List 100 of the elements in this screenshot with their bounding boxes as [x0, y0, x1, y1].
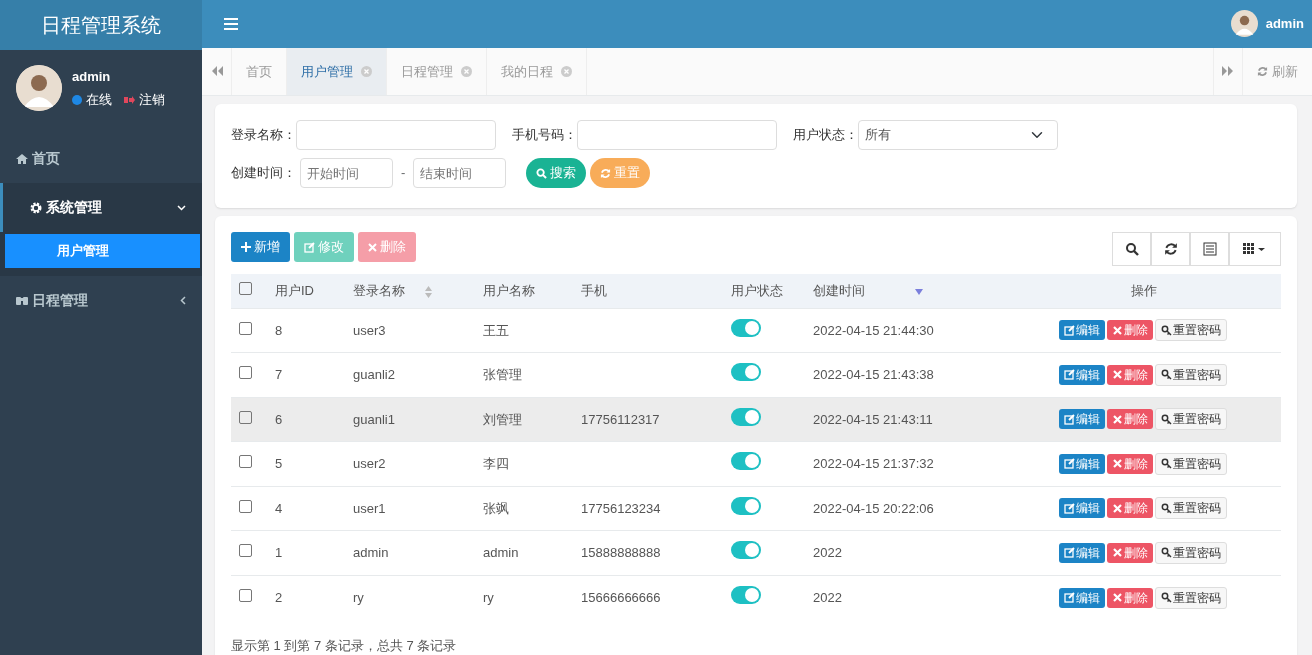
edit-row-button[interactable]: 编辑: [1058, 320, 1105, 341]
row-checkbox[interactable]: [239, 588, 252, 602]
logout-link[interactable]: 注销: [139, 90, 165, 110]
row-checkbox[interactable]: [239, 544, 252, 557]
edit-row-button[interactable]: 编辑: [1058, 364, 1105, 385]
status-select[interactable]: 所有: [858, 120, 1058, 150]
table-cell: 2022-04-15 21:37:32: [813, 456, 934, 471]
add-button[interactable]: 新增: [231, 232, 290, 262]
status-toggle[interactable]: [731, 585, 761, 604]
key-icon: [1160, 547, 1172, 559]
row-checkbox[interactable]: [239, 410, 252, 424]
table-cell: user2: [353, 456, 386, 471]
edit-row-button[interactable]: 编辑: [1058, 453, 1105, 474]
online-status-icon: [72, 94, 82, 105]
status-toggle[interactable]: [731, 541, 761, 559]
edit-row-button[interactable]: 编辑: [1058, 587, 1105, 608]
edit-icon: [1063, 547, 1075, 559]
refresh-tab-button[interactable]: 刷新: [1243, 48, 1312, 95]
delete-row-button[interactable]: 删除: [1106, 453, 1153, 474]
menu-icon[interactable]: [224, 18, 238, 30]
close-icon: [1111, 547, 1123, 559]
reset-password-button[interactable]: 重置密码: [1154, 319, 1227, 342]
reset-password-button[interactable]: 重置密码: [1154, 541, 1227, 564]
column-header[interactable]: 操作: [1130, 283, 1157, 298]
delete-row-button[interactable]: 删除: [1106, 409, 1153, 430]
header-user-name[interactable]: admin: [1265, 14, 1304, 34]
close-icon[interactable]: [561, 66, 572, 77]
column-header[interactable]: 手机: [581, 283, 607, 298]
tab[interactable]: 日程管理: [387, 48, 487, 95]
reset-password-button[interactable]: 重置密码: [1154, 586, 1227, 609]
search-button[interactable]: 搜索: [526, 158, 587, 188]
login-name-input[interactable]: [296, 120, 496, 150]
binoculars-icon: [16, 294, 28, 306]
table-cell: 5: [275, 456, 283, 471]
refresh-button[interactable]: [1151, 232, 1190, 266]
column-header[interactable]: 登录名称: [353, 283, 405, 298]
view-toggle-button[interactable]: [1190, 232, 1229, 266]
row-checkbox[interactable]: [239, 321, 252, 335]
edit-icon: [1063, 592, 1075, 603]
reset-password-button[interactable]: 重置密码: [1154, 408, 1227, 431]
column-header[interactable]: 创建时间: [813, 283, 865, 298]
tab[interactable]: 用户管理: [287, 48, 387, 95]
avatar: [16, 65, 62, 111]
edit-icon: [1063, 458, 1075, 470]
avatar[interactable]: [1230, 10, 1258, 38]
status-toggle[interactable]: [731, 363, 761, 381]
end-time-input[interactable]: 结束时间: [413, 158, 507, 188]
submenu-item[interactable]: 用户管理: [5, 234, 200, 268]
reset-password-button[interactable]: 重置密码: [1154, 497, 1227, 520]
edit-row-button[interactable]: 编辑: [1058, 542, 1105, 563]
scroll-left-icon[interactable]: [210, 66, 223, 77]
table-cell: 张管理: [483, 367, 522, 382]
status-toggle[interactable]: [731, 407, 761, 426]
delete-row-button[interactable]: 删除: [1106, 498, 1153, 519]
sidebar-item[interactable]: 首页: [0, 134, 202, 183]
table-cell: 17756112317: [581, 411, 660, 427]
status-toggle[interactable]: [731, 318, 761, 337]
edit-row-button[interactable]: 编辑: [1058, 409, 1105, 430]
close-icon[interactable]: [461, 66, 472, 77]
table-cell: 17756123234: [581, 500, 661, 516]
delete-row-button[interactable]: 删除: [1106, 364, 1153, 385]
status-toggle[interactable]: [731, 452, 761, 470]
search-icon: [536, 167, 548, 179]
delete-row-button[interactable]: 删除: [1106, 542, 1153, 563]
table-cell: 2022: [813, 589, 842, 605]
sort-desc-icon[interactable]: [915, 288, 923, 295]
list-icon: [1202, 242, 1217, 256]
search-toggle-button[interactable]: [1112, 232, 1151, 266]
table-cell: ry: [353, 589, 364, 605]
table-cell: 2022: [813, 545, 842, 560]
delete-row-button[interactable]: 删除: [1106, 587, 1153, 608]
tab[interactable]: 我的日程: [487, 48, 587, 95]
sidebar-item[interactable]: 日程管理: [0, 275, 202, 325]
scroll-right-icon[interactable]: [1222, 66, 1234, 77]
field-label: 创建时间：: [231, 164, 296, 183]
row-checkbox[interactable]: [239, 499, 252, 513]
sort-icon[interactable]: [425, 285, 432, 298]
table-cell: 15888888888: [581, 545, 661, 560]
chevron-left-icon: [180, 295, 186, 305]
status-toggle[interactable]: [731, 496, 761, 515]
columns-dropdown-button[interactable]: [1229, 232, 1281, 266]
phone-input[interactable]: [577, 120, 777, 150]
table-cell: 李四: [483, 456, 509, 471]
pagination-info: 显示第 1 到第 7 条记录，总共 7 条记录: [231, 636, 458, 655]
delete-row-button[interactable]: 删除: [1106, 320, 1153, 341]
select-all-checkbox[interactable]: [239, 282, 252, 295]
reset-password-button[interactable]: 重置密码: [1154, 363, 1227, 386]
key-icon: [1160, 413, 1172, 425]
row-checkbox[interactable]: [239, 366, 252, 379]
start-time-input[interactable]: 开始时间: [300, 158, 393, 188]
row-checkbox[interactable]: [239, 455, 252, 468]
close-icon[interactable]: [361, 66, 372, 77]
user-name: admin: [72, 67, 112, 86]
edit-row-button[interactable]: 编辑: [1058, 498, 1105, 519]
edit-icon: [1063, 413, 1075, 425]
key-icon: [1160, 458, 1172, 470]
edit-icon: [1063, 502, 1075, 514]
table-cell: guanli1: [353, 411, 395, 427]
sidebar-item[interactable]: 系统管理: [0, 183, 202, 232]
reset-password-button[interactable]: 重置密码: [1154, 452, 1227, 475]
